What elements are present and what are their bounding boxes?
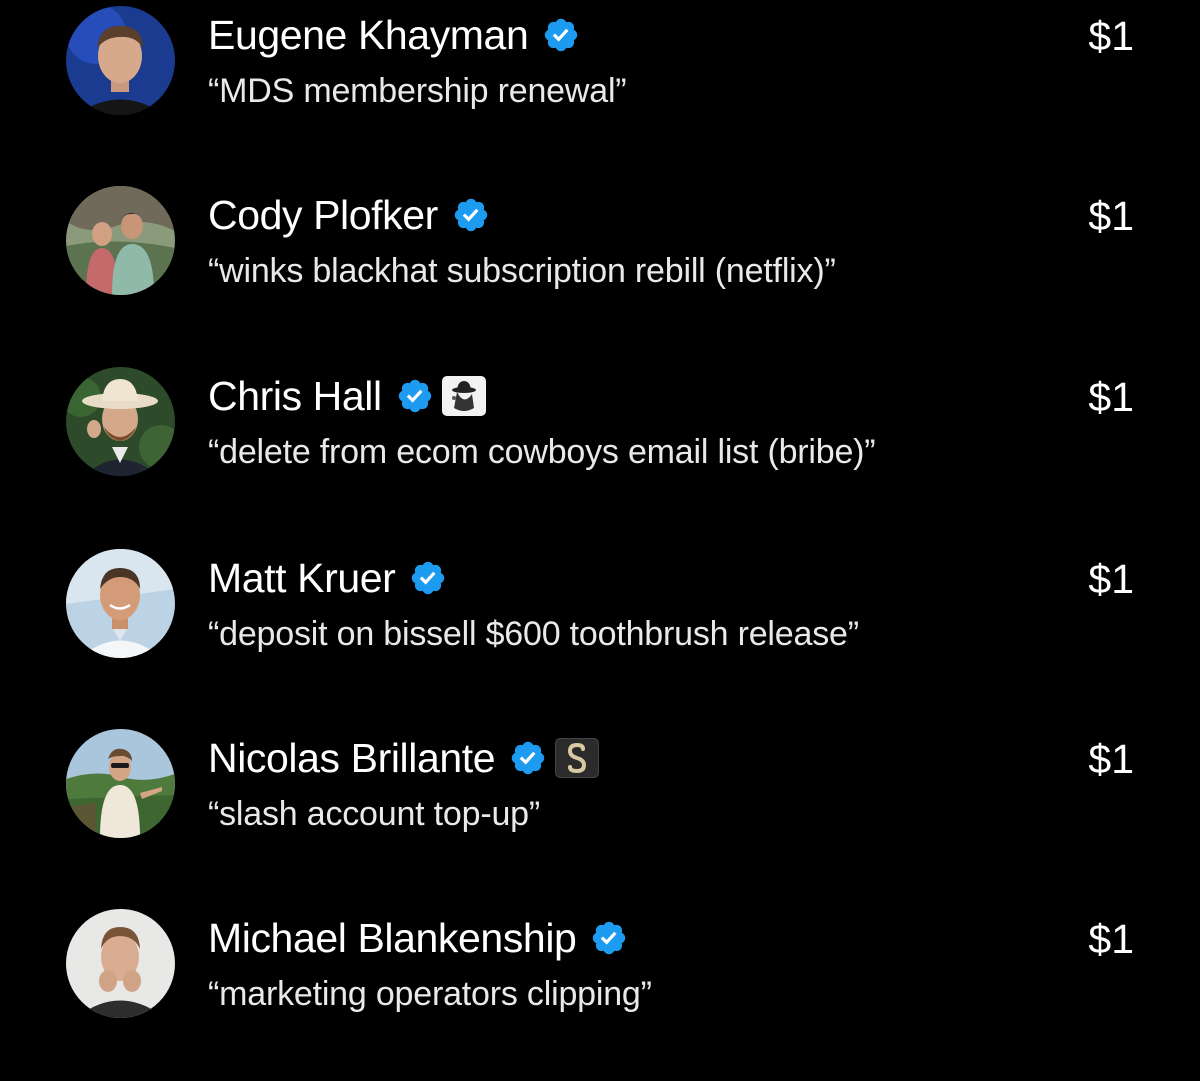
- avatar[interactable]: [66, 729, 175, 838]
- tip-amount: $1: [1088, 916, 1134, 962]
- s-logo-icon[interactable]: [555, 738, 600, 778]
- user-name[interactable]: Cody Plofker: [208, 192, 438, 239]
- list-item[interactable]: Nicolas Brillante “slash account top-up”…: [0, 721, 1200, 901]
- list-item[interactable]: Cody Plofker “winks blackhat subscriptio…: [0, 180, 1200, 360]
- verified-badge-icon: [452, 196, 490, 234]
- tip-note: “winks blackhat subscription rebill (net…: [208, 252, 836, 290]
- tip-note: “deposit on bissell $600 toothbrush rele…: [208, 615, 859, 653]
- user-name[interactable]: Chris Hall: [208, 373, 382, 420]
- tip-amount: $1: [1088, 13, 1134, 59]
- name-line: Matt Kruer: [208, 553, 447, 603]
- name-line: Chris Hall: [208, 371, 486, 421]
- tip-amount: $1: [1088, 556, 1134, 602]
- tip-note: “slash account top-up”: [208, 795, 540, 833]
- avatar[interactable]: [66, 6, 175, 115]
- name-line: Michael Blankenship: [208, 913, 628, 963]
- user-name[interactable]: Michael Blankenship: [208, 915, 577, 962]
- avatar[interactable]: [66, 549, 175, 658]
- tip-amount: $1: [1088, 374, 1134, 420]
- user-name[interactable]: Eugene Khayman: [208, 12, 529, 59]
- tip-note: “marketing operators clipping”: [208, 975, 652, 1013]
- tip-amount: $1: [1088, 736, 1134, 782]
- list-item[interactable]: Eugene Khayman “MDS membership renewal” …: [0, 0, 1200, 180]
- verified-badge-icon: [509, 739, 547, 777]
- avatar[interactable]: [66, 186, 175, 295]
- verified-badge-icon: [409, 559, 447, 597]
- user-name[interactable]: Matt Kruer: [208, 555, 396, 602]
- tip-list: Eugene Khayman “MDS membership renewal” …: [0, 0, 1200, 1046]
- list-item[interactable]: Michael Blankenship “marketing operators…: [0, 901, 1200, 1081]
- cowboy-logo-icon[interactable]: [441, 376, 486, 416]
- tip-amount: $1: [1088, 193, 1134, 239]
- tip-note: “MDS membership renewal”: [208, 72, 627, 110]
- verified-badge-icon: [396, 377, 434, 415]
- name-line: Nicolas Brillante: [208, 733, 600, 783]
- name-line: Eugene Khayman: [208, 10, 580, 60]
- verified-badge-icon: [542, 16, 580, 54]
- list-item[interactable]: Chris Hall “delete from ecom cowboys ema…: [0, 361, 1200, 541]
- list-item[interactable]: Matt Kruer “deposit on bissell $600 toot…: [0, 541, 1200, 721]
- tip-note: “delete from ecom cowboys email list (br…: [208, 433, 876, 471]
- user-name[interactable]: Nicolas Brillante: [208, 735, 496, 782]
- name-line: Cody Plofker: [208, 190, 490, 240]
- avatar[interactable]: [66, 367, 175, 476]
- avatar[interactable]: [66, 909, 175, 1018]
- verified-badge-icon: [590, 919, 628, 957]
